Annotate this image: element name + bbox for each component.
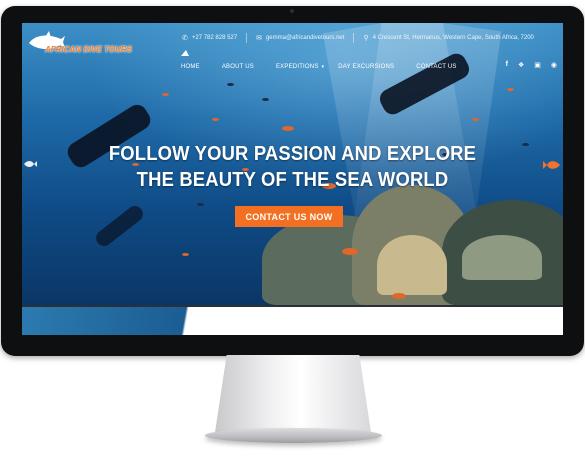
- contact-phone[interactable]: +27 782 828 527: [192, 35, 237, 41]
- main-nav: HOME ABOUT US EXPEDITIONS ▾ DAY EXCURSIO…: [181, 64, 457, 70]
- website-screen: AFRICAN DIVE TOURS ✆ +27 782 828 527 ✉ g…: [22, 23, 563, 335]
- chevron-down-icon: ▾: [321, 64, 325, 70]
- fish: [227, 83, 234, 86]
- slider-prev-fish-icon[interactable]: [23, 160, 37, 168]
- fish: [197, 203, 204, 206]
- contact-address: 4 Crescent St, Hermanus, Western Cape, S…: [372, 35, 534, 41]
- nav-item-contact-us[interactable]: CONTACT US: [416, 64, 456, 70]
- twitter-icon[interactable]: ❖: [518, 61, 524, 69]
- divider: [246, 33, 248, 43]
- fish: [507, 88, 514, 91]
- hero-bottom-edge: [22, 305, 252, 335]
- tripadvisor-icon[interactable]: ◉: [551, 61, 557, 69]
- fish: [472, 118, 479, 121]
- slider-next-fish-icon[interactable]: [543, 160, 561, 170]
- hero-divider: [22, 305, 563, 307]
- monitor-stand-base: [205, 428, 382, 443]
- coral: [377, 235, 447, 295]
- fish: [342, 248, 358, 255]
- phone-icon: ✆: [182, 35, 188, 42]
- nav-item-home[interactable]: HOME: [181, 64, 200, 70]
- fish: [162, 93, 169, 96]
- diver-silhouette: [92, 202, 147, 250]
- fin-icon: [181, 50, 189, 56]
- fish: [212, 118, 219, 121]
- contact-bar: ✆ +27 782 828 527 ✉ gemma@africandivetou…: [182, 32, 534, 44]
- divider: [353, 33, 355, 43]
- facebook-icon[interactable]: f: [506, 61, 508, 69]
- hero-title-line-2: THE BEAUTY OF THE SEA WORLD: [136, 169, 449, 191]
- webcam: [290, 9, 294, 13]
- fish: [392, 293, 406, 299]
- nav-item-expeditions[interactable]: EXPEDITIONS: [276, 64, 319, 70]
- fish: [282, 126, 294, 131]
- hero-title-line-1: FOLLOW YOUR PASSION AND EXPLORE: [108, 143, 477, 165]
- nav-item-day-excursions[interactable]: DAY EXCURSIONS: [338, 64, 394, 70]
- monitor-frame: AFRICAN DIVE TOURS ✆ +27 782 828 527 ✉ g…: [1, 6, 584, 356]
- coral: [462, 235, 542, 280]
- contact-email[interactable]: gemma@africandivetours.net: [266, 35, 344, 41]
- instagram-icon[interactable]: ▣: [534, 61, 541, 69]
- brand-logo[interactable]: AFRICAN DIVE TOURS: [27, 29, 132, 57]
- brand-name: AFRICAN DIVE TOURS: [45, 45, 132, 54]
- envelope-icon: ✉: [256, 35, 262, 42]
- fish: [182, 253, 189, 256]
- social-links: f ❖ ▣ ◉: [506, 61, 557, 69]
- fish: [262, 98, 269, 101]
- contact-us-now-button[interactable]: CONTACT US NOW: [235, 206, 343, 227]
- nav-item-about-us[interactable]: ABOUT US: [222, 64, 254, 70]
- map-pin-icon: ⚲: [363, 35, 369, 42]
- monitor-stand-neck: [214, 355, 372, 439]
